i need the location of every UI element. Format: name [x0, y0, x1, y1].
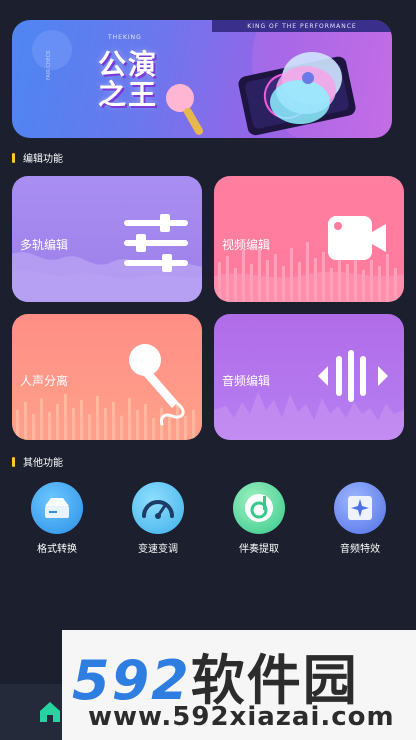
- accompaniment-icon: [233, 482, 285, 534]
- banner-title: 公演之王: [98, 48, 159, 111]
- vocal-separation-card[interactable]: 人声分离: [12, 314, 202, 440]
- tool-format-convert[interactable]: 格式转换: [17, 482, 97, 555]
- banner[interactable]: KING OF THE PERFORMANCE THEKING 公演之王 FAI…: [12, 20, 392, 138]
- tool-format-convert-label: 格式转换: [37, 544, 77, 555]
- multitrack-edit-label: 多轨编辑: [20, 238, 69, 252]
- banner-side-text: FAIR CHECK: [46, 50, 52, 80]
- banner-top-strip: KING OF THE PERFORMANCE: [212, 20, 392, 32]
- audio-edit-label: 音频编辑: [222, 374, 271, 388]
- watermark: 592软件园 www.592xiazai.com: [62, 630, 416, 740]
- section-title-edit-text: 编辑功能: [23, 154, 63, 165]
- video-edit-card[interactable]: 视频编辑: [214, 176, 404, 302]
- tool-speed-pitch-label: 变速变调: [138, 544, 178, 555]
- banner-subtitle: THEKING: [108, 34, 142, 41]
- tool-accompaniment[interactable]: 伴奏提取: [219, 482, 299, 555]
- tool-speed-pitch[interactable]: 变速变调: [118, 482, 198, 555]
- banner-art: [32, 20, 392, 138]
- audio-edit-card[interactable]: 音频编辑: [214, 314, 404, 440]
- audio-effect-icon: [334, 482, 386, 534]
- section-title-edit: 编辑功能: [12, 150, 63, 165]
- tool-audio-effect-label: 音频特效: [340, 544, 380, 555]
- speedometer-icon: [132, 482, 184, 534]
- home-icon[interactable]: [36, 698, 64, 726]
- section-marker: [12, 152, 15, 163]
- tool-accompaniment-label: 伴奏提取: [239, 544, 279, 555]
- watermark-url: www.592xiazai.com: [88, 702, 395, 732]
- section-title-other-text: 其他功能: [23, 458, 63, 469]
- video-edit-label: 视频编辑: [222, 238, 271, 252]
- vocal-separation-label: 人声分离: [20, 374, 69, 388]
- multitrack-edit-card[interactable]: 多轨编辑: [12, 176, 202, 302]
- section-marker: [12, 456, 15, 467]
- tool-audio-effect[interactable]: 音频特效: [320, 482, 400, 555]
- format-convert-icon: [31, 482, 83, 534]
- section-title-other: 其他功能: [12, 454, 63, 469]
